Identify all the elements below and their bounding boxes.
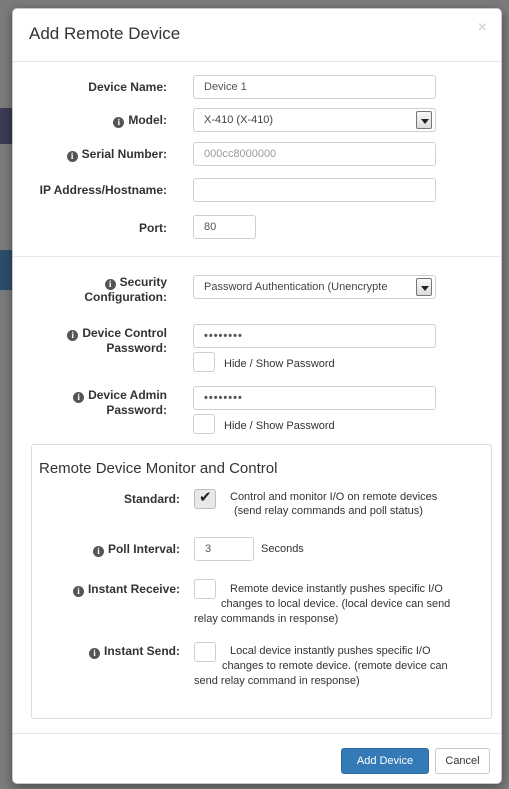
security-selected-value: Password Authentication (Unencrypte bbox=[204, 281, 388, 293]
serial-label: i Serial Number: bbox=[13, 147, 167, 162]
modal-header: Add Remote Device × bbox=[13, 9, 501, 62]
cancel-button[interactable]: Cancel bbox=[435, 748, 490, 774]
info-icon: i bbox=[113, 117, 125, 128]
add-device-button[interactable]: Add Device bbox=[341, 748, 429, 774]
close-icon[interactable]: × bbox=[478, 19, 487, 37]
modal-footer: Add Device Cancel bbox=[13, 733, 501, 783]
info-icon: i bbox=[104, 279, 116, 290]
info-icon: i bbox=[73, 392, 85, 403]
security-label: i Security Configuration: bbox=[84, 275, 167, 304]
check-icon: ✔ bbox=[199, 489, 212, 506]
control-password-toggle-label: Hide / Show Password bbox=[224, 358, 335, 370]
instant-receive-desc-2: changes to local device. (local device c… bbox=[221, 598, 451, 610]
security-configuration-select[interactable]: Password Authentication (Unencrypte bbox=[193, 275, 436, 299]
port-label: Port: bbox=[139, 221, 167, 235]
standard-label: Standard: bbox=[123, 492, 180, 506]
admin-password-input[interactable]: •••••••• bbox=[193, 386, 436, 410]
poll-interval-label: i Poll Interval: bbox=[22, 542, 180, 557]
device-name-input[interactable]: Device 1 bbox=[193, 75, 436, 99]
model-select[interactable]: X-410 (X-410) bbox=[193, 108, 436, 132]
control-password-show-checkbox[interactable] bbox=[193, 352, 215, 372]
admin-password-toggle-label: Hide / Show Password bbox=[224, 420, 335, 432]
instant-receive-desc-3: relay commands in response) bbox=[194, 613, 339, 625]
standard-checkbox[interactable]: ✔ bbox=[194, 489, 216, 509]
ip-label: IP Address/Hostname: bbox=[39, 183, 167, 197]
info-icon: i bbox=[66, 151, 78, 162]
instant-send-desc-2: changes to remote device. (remote device… bbox=[222, 660, 448, 672]
admin-password-show-checkbox[interactable] bbox=[193, 414, 215, 434]
instant-send-label: i Instant Send: bbox=[22, 644, 180, 659]
admin-password-label: i Device Admin Password: bbox=[13, 388, 167, 418]
monitor-control-panel: Remote Device Monitor and Control Standa… bbox=[31, 444, 492, 719]
chevron-down-icon[interactable] bbox=[416, 111, 432, 129]
info-icon: i bbox=[88, 648, 100, 659]
instant-send-desc-1: Local device instantly pushes specific I… bbox=[230, 645, 431, 657]
model-selected-value: X-410 (X-410) bbox=[204, 114, 274, 126]
instant-receive-checkbox[interactable] bbox=[194, 579, 216, 599]
standard-description: Control and monitor I/O on remote device… bbox=[230, 491, 438, 517]
instant-receive-desc-1: Remote device instantly pushes specific … bbox=[230, 583, 443, 595]
device-name-label: Device Name: bbox=[88, 80, 167, 94]
control-password-label: i Device Control Password: bbox=[13, 326, 167, 356]
poll-interval-input[interactable]: 3 bbox=[194, 537, 254, 561]
instant-send-desc-3: send relay command in response) bbox=[194, 675, 360, 687]
info-icon: i bbox=[92, 546, 104, 557]
panel-title: Remote Device Monitor and Control bbox=[39, 460, 278, 477]
serial-number-input[interactable]: 000cc8000000 bbox=[193, 142, 436, 166]
poll-interval-unit: Seconds bbox=[261, 543, 304, 555]
info-icon: i bbox=[67, 330, 79, 341]
instant-send-checkbox[interactable] bbox=[194, 642, 216, 662]
control-password-input[interactable]: •••••••• bbox=[193, 324, 436, 348]
modal-title: Add Remote Device bbox=[29, 24, 181, 43]
model-label: i Model: bbox=[13, 113, 167, 128]
ip-address-input[interactable] bbox=[193, 178, 436, 202]
chevron-down-icon[interactable] bbox=[416, 278, 432, 296]
port-input[interactable]: 80 bbox=[193, 215, 256, 239]
info-icon: i bbox=[72, 586, 84, 597]
add-remote-device-modal: Add Remote Device × Device Name: Device … bbox=[12, 8, 502, 784]
instant-receive-label: i Instant Receive: bbox=[22, 582, 180, 597]
divider bbox=[13, 256, 501, 257]
